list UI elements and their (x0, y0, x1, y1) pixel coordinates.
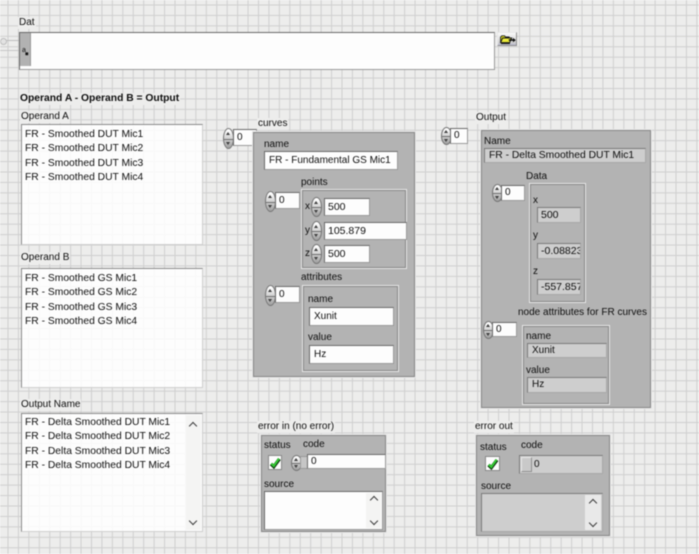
svg-text:a: a (22, 47, 26, 54)
